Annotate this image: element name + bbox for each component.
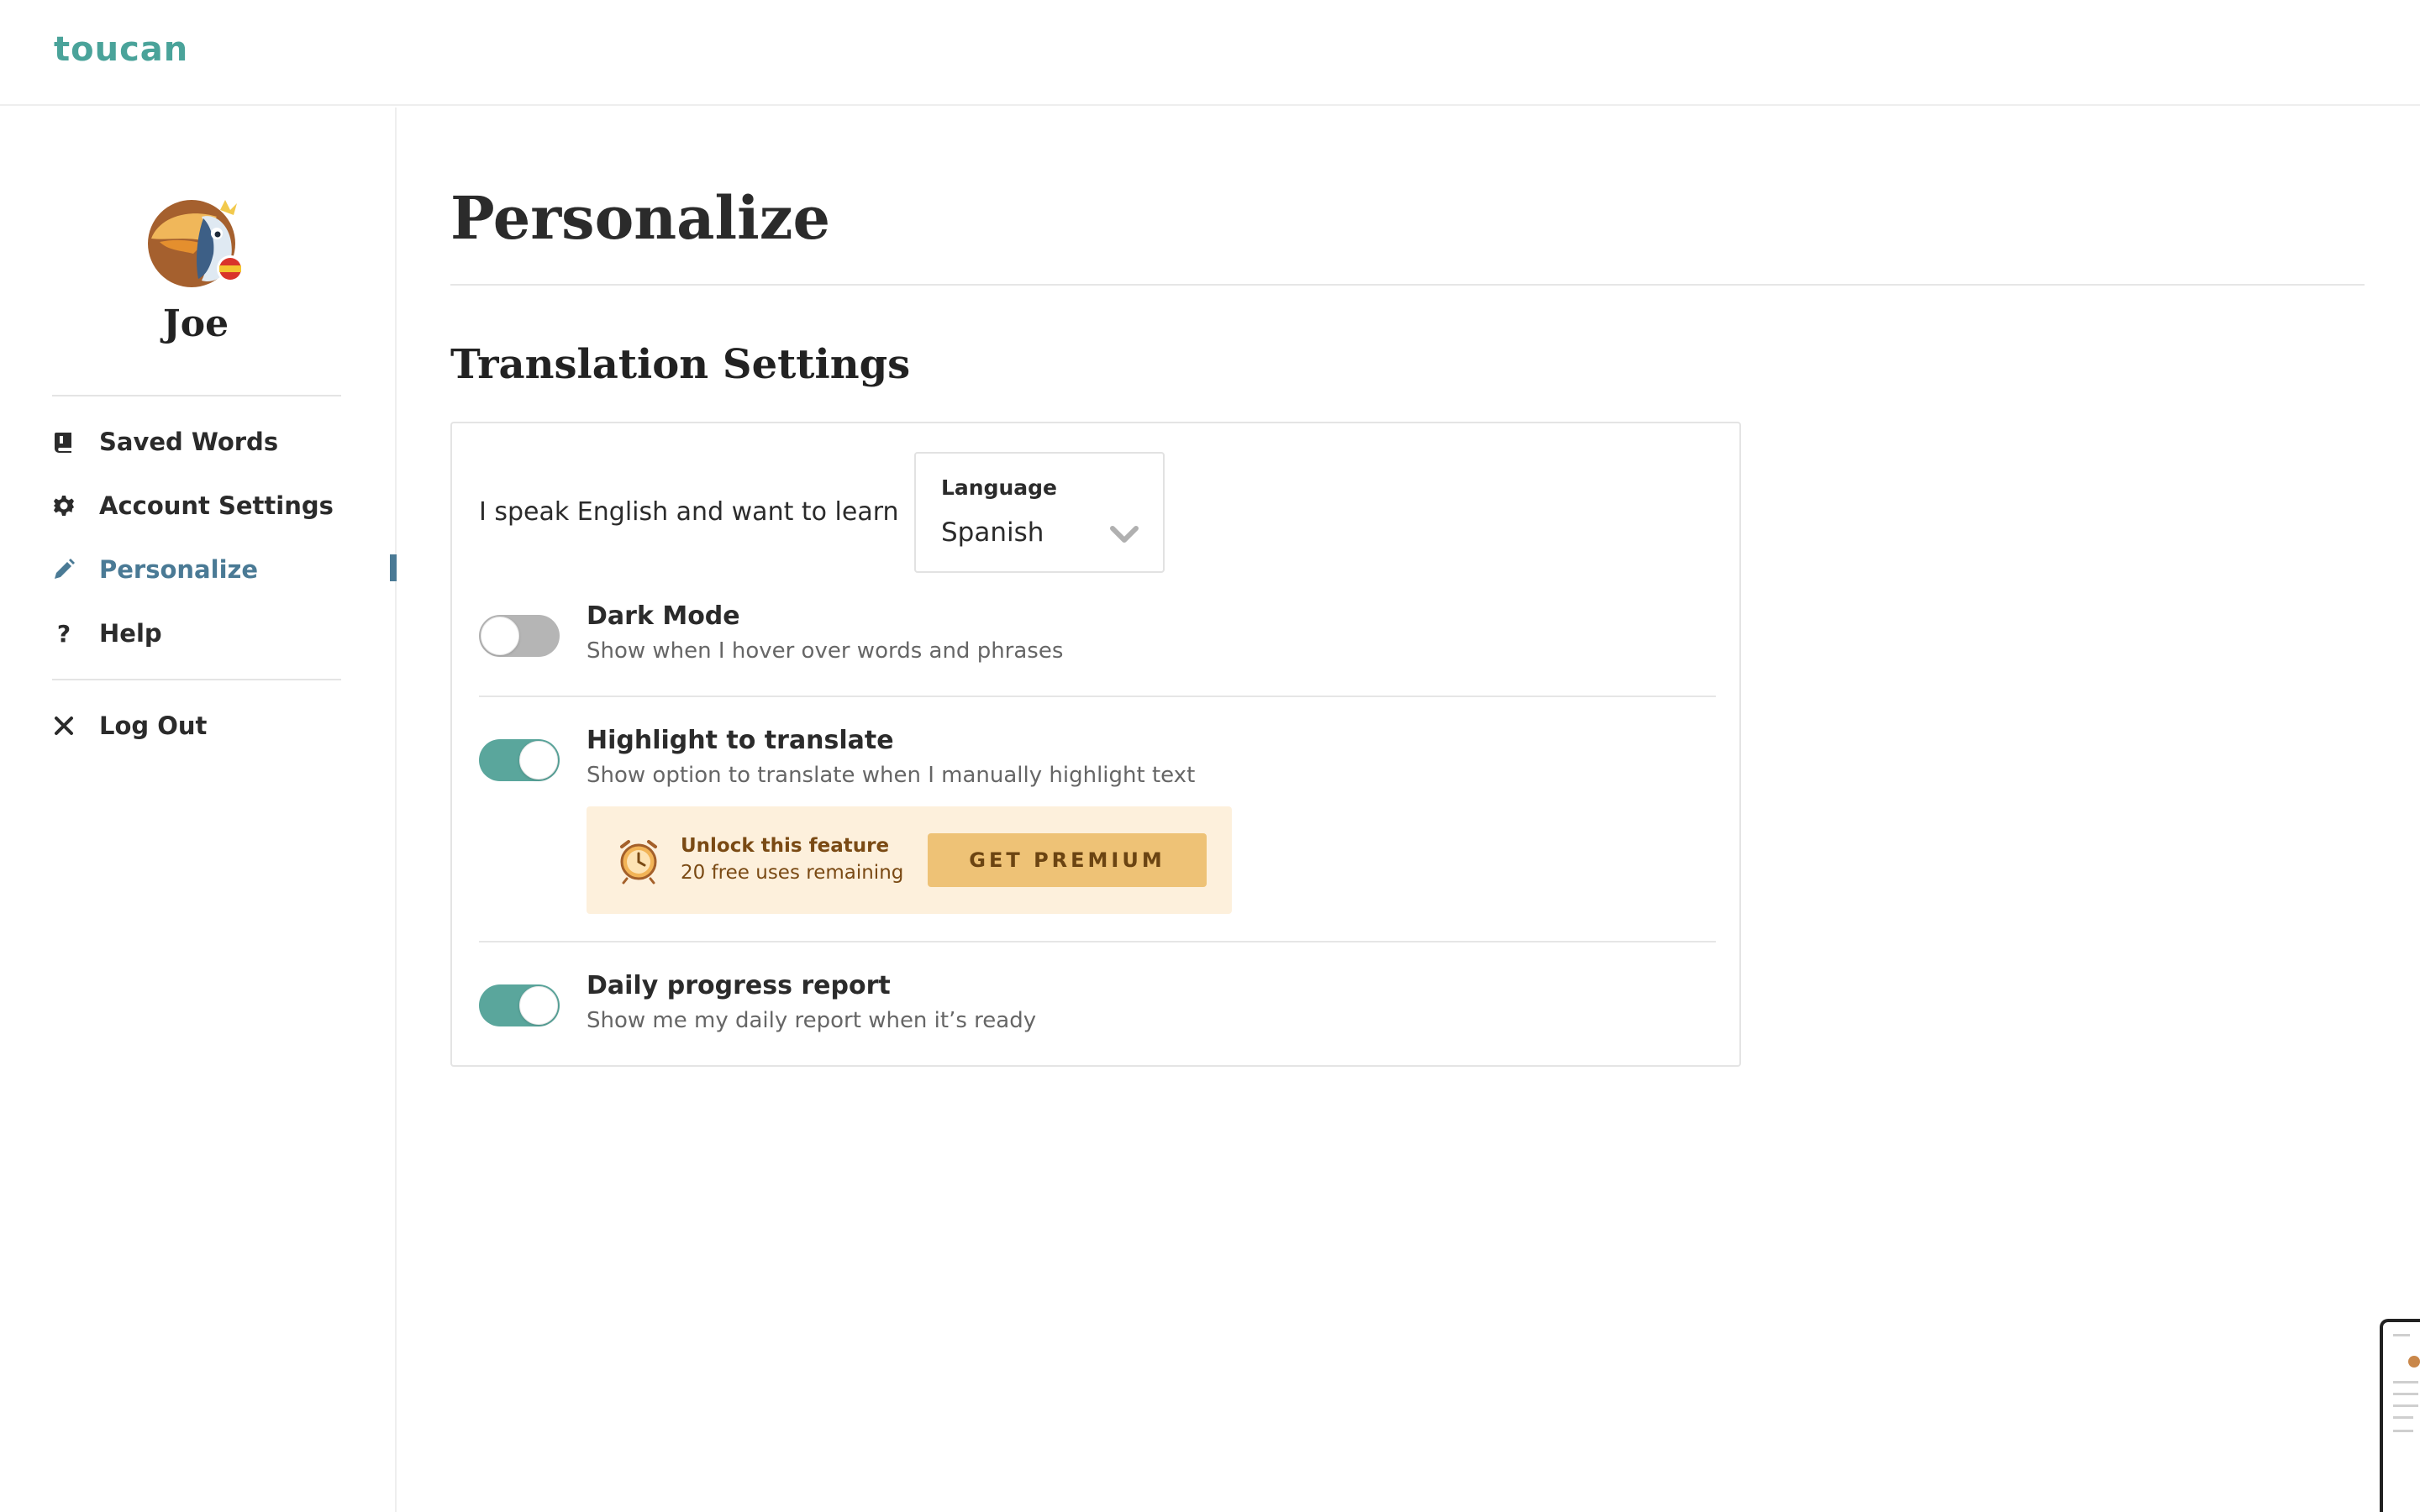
thumbnail-line	[2393, 1416, 2413, 1419]
question-icon: ?	[56, 619, 71, 648]
language-select-label: Language	[941, 475, 1058, 500]
top-bar: toucan	[0, 0, 2420, 106]
thumbnail-line	[2393, 1381, 2418, 1383]
pencil-icon	[52, 558, 76, 581]
page-title: Personalize	[450, 183, 830, 253]
sidebar-item-label: Personalize	[99, 555, 259, 584]
thumbnail-line	[2393, 1404, 2418, 1407]
book-icon	[52, 430, 76, 454]
thumbnail-line	[2393, 1430, 2413, 1432]
dark-mode-description: Show when I hover over words and phrases	[587, 638, 1064, 664]
thumbnail-line	[2393, 1393, 2418, 1395]
sidebar-item-label: Help	[99, 619, 162, 648]
chevron-down-icon	[1110, 526, 1139, 543]
section-title: Translation Settings	[450, 341, 911, 388]
dark-mode-title: Dark Mode	[587, 601, 740, 631]
sidebar-divider	[52, 679, 341, 680]
daily-progress-report-title: Daily progress report	[587, 971, 891, 1000]
sidebar-item-personalize[interactable]: Personalize	[52, 544, 397, 595]
translation-settings-card: I speak English and want to learn Langua…	[450, 422, 1741, 1067]
title-divider	[450, 284, 2365, 286]
highlight-to-translate-title: Highlight to translate	[587, 726, 894, 755]
sidebar: Joe Saved Words Account Settings Persona…	[0, 108, 397, 1512]
log-out-label: Log Out	[99, 711, 208, 740]
app-logo[interactable]: toucan	[54, 30, 188, 69]
active-indicator	[390, 554, 397, 581]
gear-icon	[52, 494, 76, 517]
language-select-value: Spanish	[941, 517, 1044, 548]
toggle-knob	[519, 741, 558, 780]
language-select[interactable]: Language Spanish	[914, 452, 1165, 573]
daily-progress-report-description: Show me my daily report when it’s ready	[587, 1008, 1037, 1033]
premium-banner: Unlock this feature 20 free uses remaini…	[587, 806, 1232, 914]
premium-subtitle: 20 free uses remaining	[681, 862, 904, 884]
alarm-clock-icon	[620, 840, 657, 885]
toggle-knob	[481, 617, 519, 655]
language-prompt: I speak English and want to learn	[479, 497, 899, 527]
user-name: Joe	[162, 302, 229, 345]
preview-thumbnail[interactable]	[2380, 1319, 2420, 1512]
premium-title: Unlock this feature	[681, 835, 890, 857]
toggle-knob	[519, 986, 558, 1025]
sidebar-item-label: Saved Words	[99, 428, 279, 456]
sidebar-item-saved-words[interactable]: Saved Words	[52, 417, 395, 467]
sidebar-divider	[52, 395, 341, 396]
row-divider	[479, 941, 1716, 942]
toucan-avatar	[148, 200, 244, 287]
highlight-to-translate-description: Show option to translate when I manually…	[587, 763, 1196, 788]
sidebar-item-help[interactable]: ? Help	[52, 608, 395, 659]
thumbnail-line	[2393, 1334, 2410, 1336]
dark-mode-toggle[interactable]	[479, 615, 560, 657]
highlight-to-translate-toggle[interactable]	[479, 739, 560, 781]
close-icon	[52, 714, 76, 738]
thumbnail-avatar	[2408, 1356, 2420, 1368]
row-divider	[479, 696, 1716, 697]
daily-progress-report-toggle[interactable]	[479, 984, 560, 1026]
sidebar-item-account-settings[interactable]: Account Settings	[52, 480, 395, 531]
sidebar-item-label: Account Settings	[99, 491, 334, 520]
log-out-button[interactable]: Log Out	[52, 701, 395, 751]
get-premium-button[interactable]: GET PREMIUM	[928, 833, 1207, 887]
